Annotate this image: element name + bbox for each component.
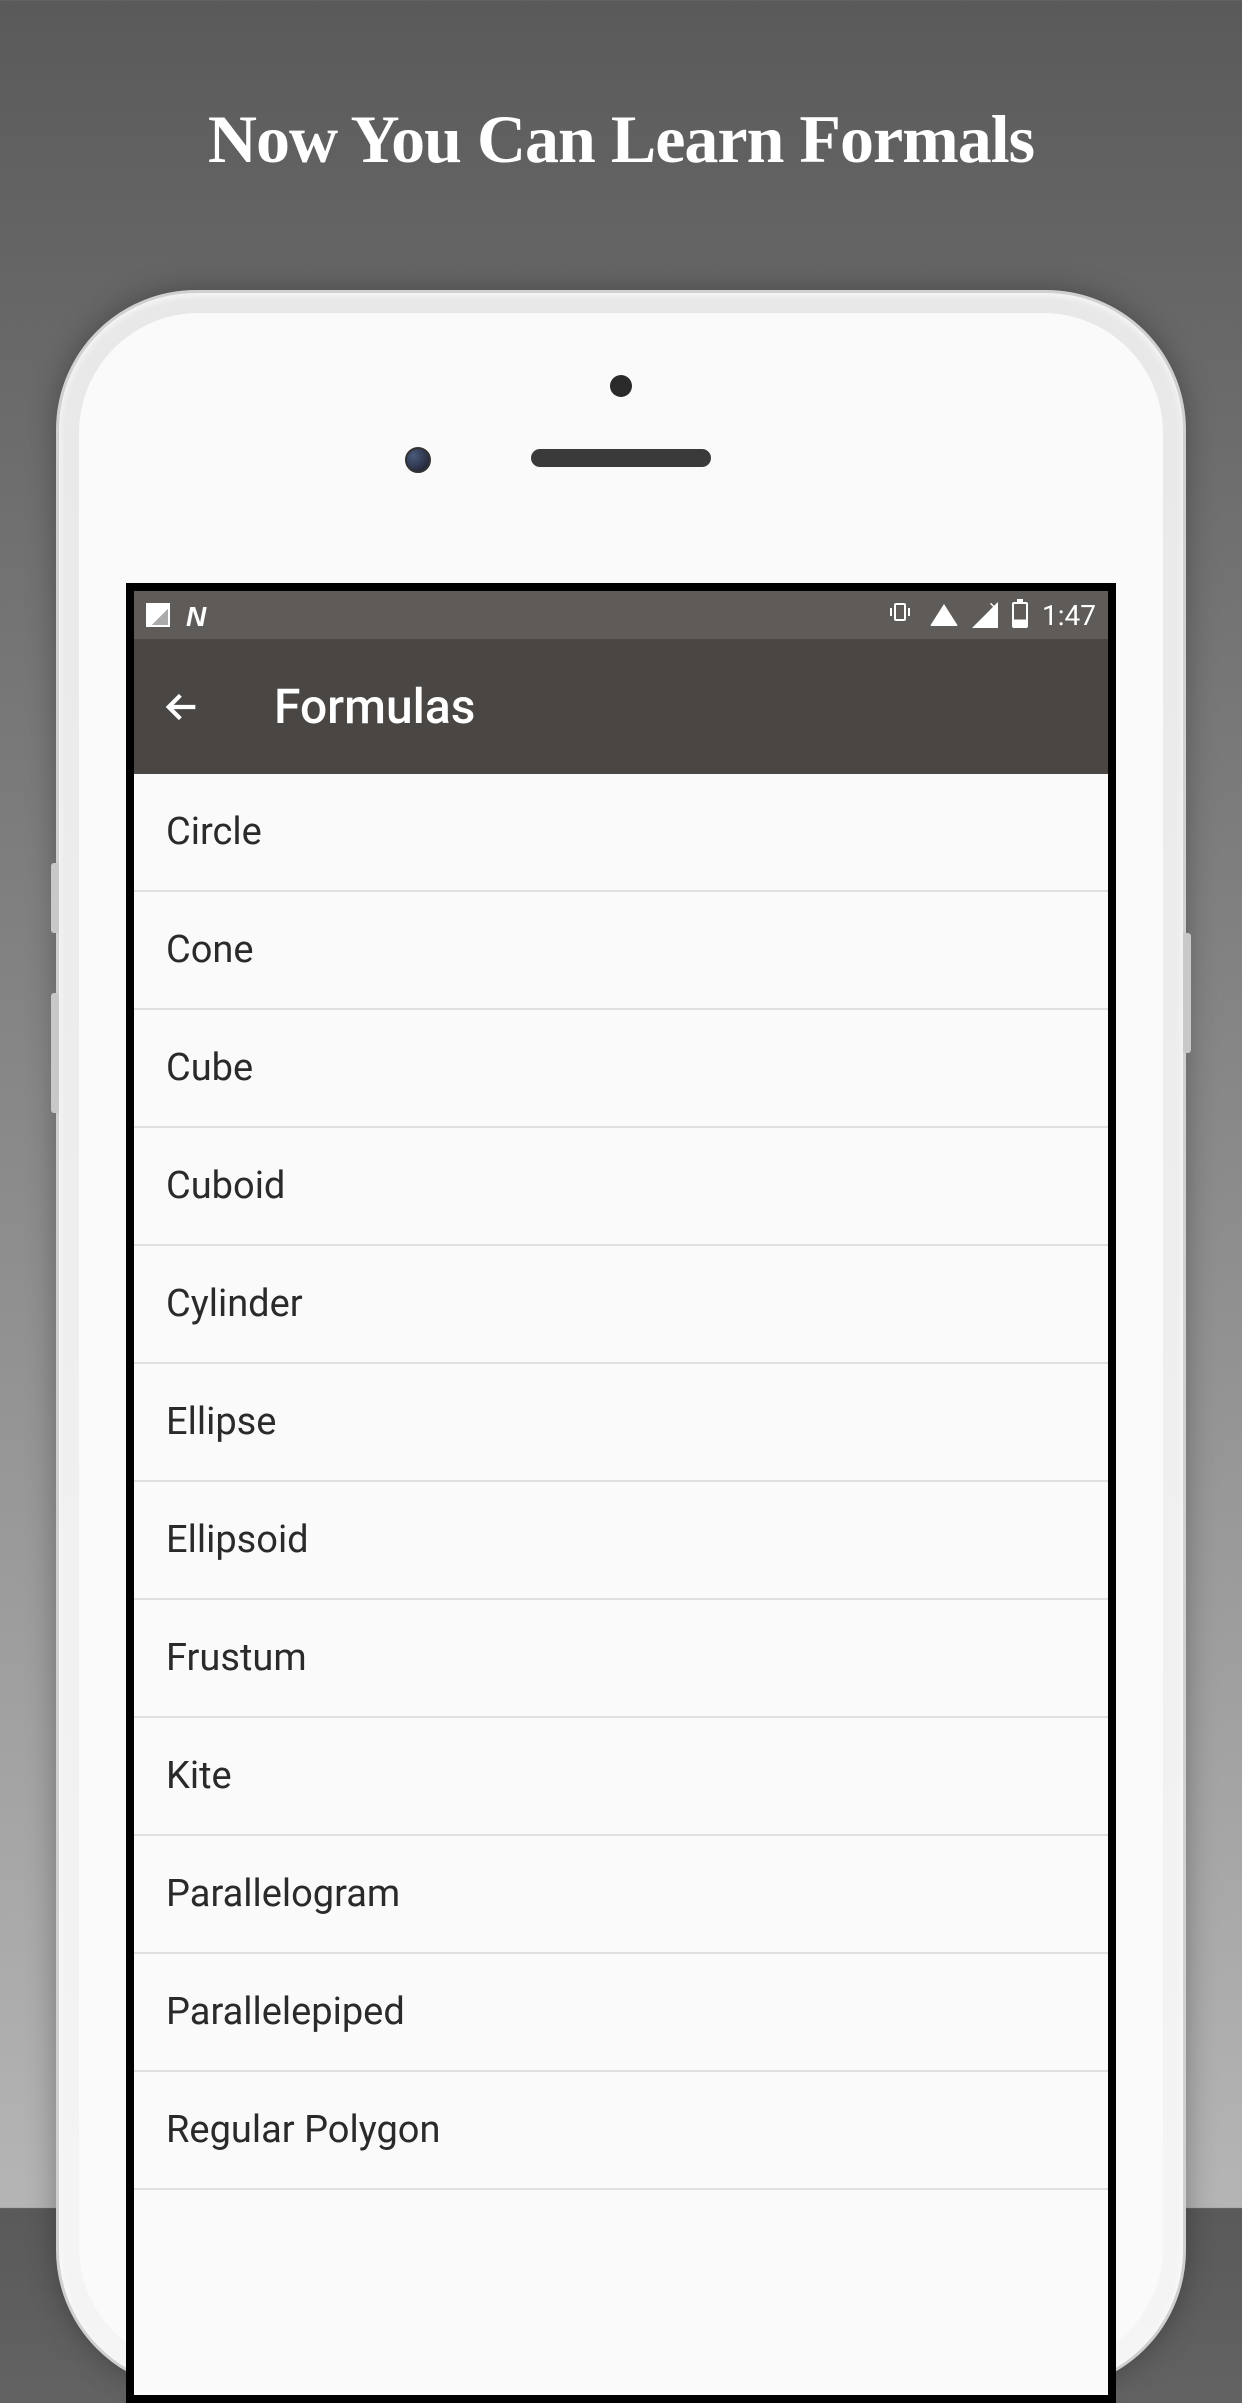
- list-item-parallelogram[interactable]: Parallelogram: [134, 1836, 1108, 1954]
- status-time: 1:47: [1042, 599, 1096, 632]
- list-item-label: Kite: [166, 1754, 232, 1798]
- list-item-label: Ellipse: [166, 1400, 276, 1444]
- list-item-label: Cone: [166, 928, 254, 972]
- back-button[interactable]: [162, 687, 202, 727]
- picture-icon: [146, 603, 170, 627]
- list-item-ellipse[interactable]: Ellipse: [134, 1364, 1108, 1482]
- wifi-icon: [930, 604, 958, 626]
- promo-title: Now You Can Learn Formals: [0, 0, 1242, 179]
- list-item-parallelepiped[interactable]: Parallelepiped: [134, 1954, 1108, 2072]
- list-item-label: Cuboid: [166, 1164, 285, 1208]
- status-left: N: [146, 601, 214, 629]
- phone-speaker: [531, 449, 711, 467]
- status-bar: N ✕ 1:47: [134, 591, 1108, 639]
- list-item-regular-polygon[interactable]: Regular Polygon: [134, 2072, 1108, 2190]
- list-item-cylinder[interactable]: Cylinder: [134, 1246, 1108, 1364]
- list-item-kite[interactable]: Kite: [134, 1718, 1108, 1836]
- battery-icon: [1012, 602, 1028, 628]
- signal-icon: ✕: [972, 602, 998, 628]
- phone-side-button: [51, 993, 59, 1113]
- n-icon: N: [186, 601, 214, 629]
- status-right: ✕ 1:47: [884, 599, 1096, 632]
- formula-list: Circle Cone Cube Cuboid Cylinder Ellipse: [134, 774, 1108, 2395]
- list-item-label: Cylinder: [166, 1282, 303, 1326]
- list-item-circle[interactable]: Circle: [134, 774, 1108, 892]
- phone-frame: N ✕ 1:47: [56, 290, 1186, 2390]
- list-item-cone[interactable]: Cone: [134, 892, 1108, 1010]
- list-item-ellipsoid[interactable]: Ellipsoid: [134, 1482, 1108, 1600]
- phone-side-button: [1183, 933, 1191, 1053]
- app-bar: Formulas: [134, 639, 1108, 774]
- phone-inner: N ✕ 1:47: [79, 313, 1163, 2367]
- vibrate-icon: [884, 600, 916, 631]
- list-item-frustum[interactable]: Frustum: [134, 1600, 1108, 1718]
- phone-side-button: [51, 863, 59, 933]
- app-title: Formulas: [274, 678, 475, 735]
- phone-screen: N ✕ 1:47: [126, 583, 1116, 2403]
- phone-sensor: [610, 375, 632, 397]
- list-item-label: Parallelogram: [166, 1872, 400, 1916]
- list-item-label: Cube: [166, 1046, 253, 1090]
- list-item-label: Regular Polygon: [166, 2108, 440, 2152]
- phone-camera: [405, 447, 431, 473]
- list-item-label: Parallelepiped: [166, 1990, 405, 2034]
- list-item-label: Frustum: [166, 1636, 307, 1680]
- list-item-cuboid[interactable]: Cuboid: [134, 1128, 1108, 1246]
- list-item-label: Ellipsoid: [166, 1518, 309, 1562]
- list-item-label: Circle: [166, 810, 262, 854]
- list-item-cube[interactable]: Cube: [134, 1010, 1108, 1128]
